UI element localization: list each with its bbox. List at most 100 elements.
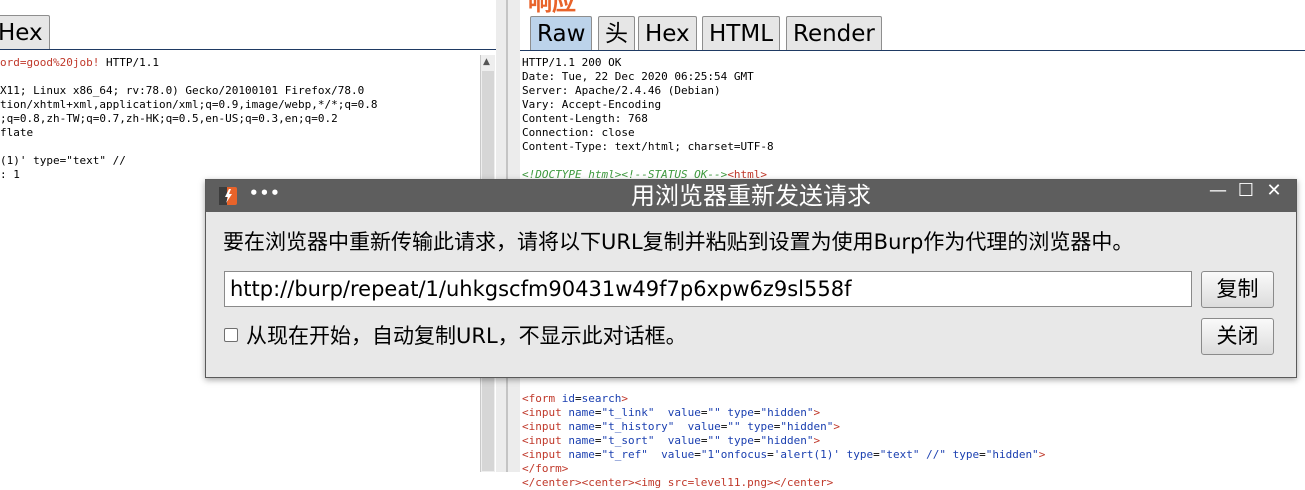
request-tab-rule <box>0 49 496 50</box>
close-button[interactable]: 关闭 <box>1201 318 1274 355</box>
code-token: = <box>594 448 602 461</box>
html-attr: onfocus <box>720 448 768 461</box>
tab-hex[interactable]: Hex <box>638 16 697 51</box>
repeat-url-field[interactable] <box>224 271 1192 307</box>
html-value: "t_link" <box>601 406 655 419</box>
html-attr: value <box>661 448 695 461</box>
html-attr: name <box>568 406 595 419</box>
html-value: "" <box>707 434 721 447</box>
request-line <box>0 70 378 84</box>
request-line: X11; Linux x86_64; rv:78.0) Gecko/201001… <box>0 84 365 97</box>
html-value: "" <box>727 420 741 433</box>
response-header-line: Content-Length: 768 <box>522 112 648 125</box>
html-tag: </center><center><img src=level11.png></… <box>522 476 834 489</box>
dialog-message: 要在浏览器中重新传输此请求，请将以下URL复制并粘贴到设置为使用Burp作为代理… <box>223 230 1134 254</box>
request-protocol: HTTP/1.1 <box>99 56 159 69</box>
html-tag: <input <box>522 434 562 447</box>
resend-dialog: ••• 用浏览器重新发送请求 — ☐ ✕ 要在浏览器中重新传输此请求，请将以下U… <box>205 179 1297 378</box>
code-token: = <box>767 448 774 461</box>
html-attr: id <box>561 392 575 405</box>
html-value: "t_sort" <box>601 434 655 447</box>
tab-html[interactable]: HTML <box>702 16 781 51</box>
request-param: ord=good%20job! <box>0 56 100 69</box>
input-line: <input name="t_sort" value="" type="hidd… <box>522 434 1045 448</box>
html-value: search <box>581 392 622 405</box>
html-tag: > <box>813 406 821 419</box>
html-tag: </form> <box>522 462 569 475</box>
request-line: ;q=0.8,zh-TW;q=0.7,zh-HK;q=0.5,en-US;q=0… <box>0 112 338 125</box>
code-token: = <box>694 448 701 461</box>
ref-input-line: <input name="t_ref" value="1"onfocus='al… <box>522 448 1045 462</box>
html-tag: <form <box>522 392 556 405</box>
tab-render[interactable]: Render <box>786 16 882 51</box>
html-value: "t_ref" <box>601 448 648 461</box>
dialog-title: 用浏览器重新发送请求 <box>631 182 871 210</box>
tab-hex-request[interactable]: Hex <box>0 15 50 50</box>
html-value: "hidden" <box>780 420 834 433</box>
html-attr: name <box>568 420 595 433</box>
code-token: = <box>979 448 986 461</box>
response-header-line: Vary: Accept-Encoding <box>522 98 662 111</box>
auto-copy-checkbox[interactable] <box>224 328 238 342</box>
minimize-icon[interactable]: — <box>1204 180 1232 212</box>
html-attr: type <box>747 420 774 433</box>
center-line: </center><center><img src=level11.png></… <box>522 476 1045 490</box>
html-attr: name <box>568 448 595 461</box>
html-tag: > <box>621 392 628 405</box>
html-value: "hidden" <box>760 406 814 419</box>
request-line: tion/xhtml+xml,application/xml;q=0.9,ima… <box>0 98 378 111</box>
code-token: = <box>575 392 582 405</box>
html-attr: //" <box>926 448 946 461</box>
request-line: flate <box>0 126 34 139</box>
scroll-up-arrow-icon[interactable]: ▲ <box>483 57 490 67</box>
form-close-line: </form> <box>522 462 1045 476</box>
html-value: "text" <box>879 448 920 461</box>
response-header-line: Connection: close <box>522 126 635 139</box>
tab-头[interactable]: 头 <box>598 16 635 51</box>
response-header-line: Content-Type: text/html; charset=UTF-8 <box>522 140 774 153</box>
request-text[interactable]: ord=good%20job! HTTP/1.1 X11; Linux x86_… <box>0 56 378 182</box>
tab-raw[interactable]: Raw <box>530 16 593 51</box>
request-tab-bar: Hex <box>0 0 496 50</box>
html-attr: name <box>568 434 595 447</box>
html-attr: type <box>727 406 754 419</box>
code-token: = <box>873 448 880 461</box>
html-tag: > <box>813 434 821 447</box>
copy-button[interactable]: 复制 <box>1201 271 1274 308</box>
html-attr: type <box>846 448 874 461</box>
form-open-line: <form id=search> <box>522 392 1045 406</box>
request-line: ord=good%20job! HTTP/1.1 <box>0 56 378 70</box>
html-tag: > <box>833 420 840 433</box>
html-value: "hidden" <box>985 448 1039 461</box>
request-line: (1)' type="text" // <box>0 154 126 167</box>
code-token: = <box>594 434 602 447</box>
response-header-line: HTTP/1.1 200 OK <box>522 56 622 69</box>
close-window-icon[interactable]: ✕ <box>1260 180 1288 212</box>
response-tab-rule <box>520 50 1305 51</box>
code-token: = <box>594 420 602 433</box>
html-tag: <input <box>522 406 562 419</box>
maximize-icon[interactable]: ☐ <box>1232 180 1260 212</box>
html-value: "t_history" <box>601 420 675 433</box>
code-token: = <box>594 406 602 419</box>
response-heading: 响应 <box>528 0 576 16</box>
html-tag: > <box>1038 448 1046 461</box>
html-value: "" <box>707 406 721 419</box>
html-value: "hidden" <box>760 434 814 447</box>
input-line: <input name="t_link" value="" type="hidd… <box>522 406 1045 420</box>
auto-copy-label[interactable]: 从现在开始，自动复制URL，不显示此对话框。 <box>246 321 687 351</box>
html-tag: <input <box>522 420 562 433</box>
request-line <box>0 140 378 154</box>
input-line: <input name="t_history" value="" type="h… <box>522 420 1045 434</box>
html-tag: <input <box>522 448 562 461</box>
dialog-titlebar[interactable]: ••• 用浏览器重新发送请求 — ☐ ✕ <box>206 180 1296 212</box>
html-value: "1" <box>700 448 721 461</box>
html-value: 'alert(1)' <box>773 448 840 461</box>
